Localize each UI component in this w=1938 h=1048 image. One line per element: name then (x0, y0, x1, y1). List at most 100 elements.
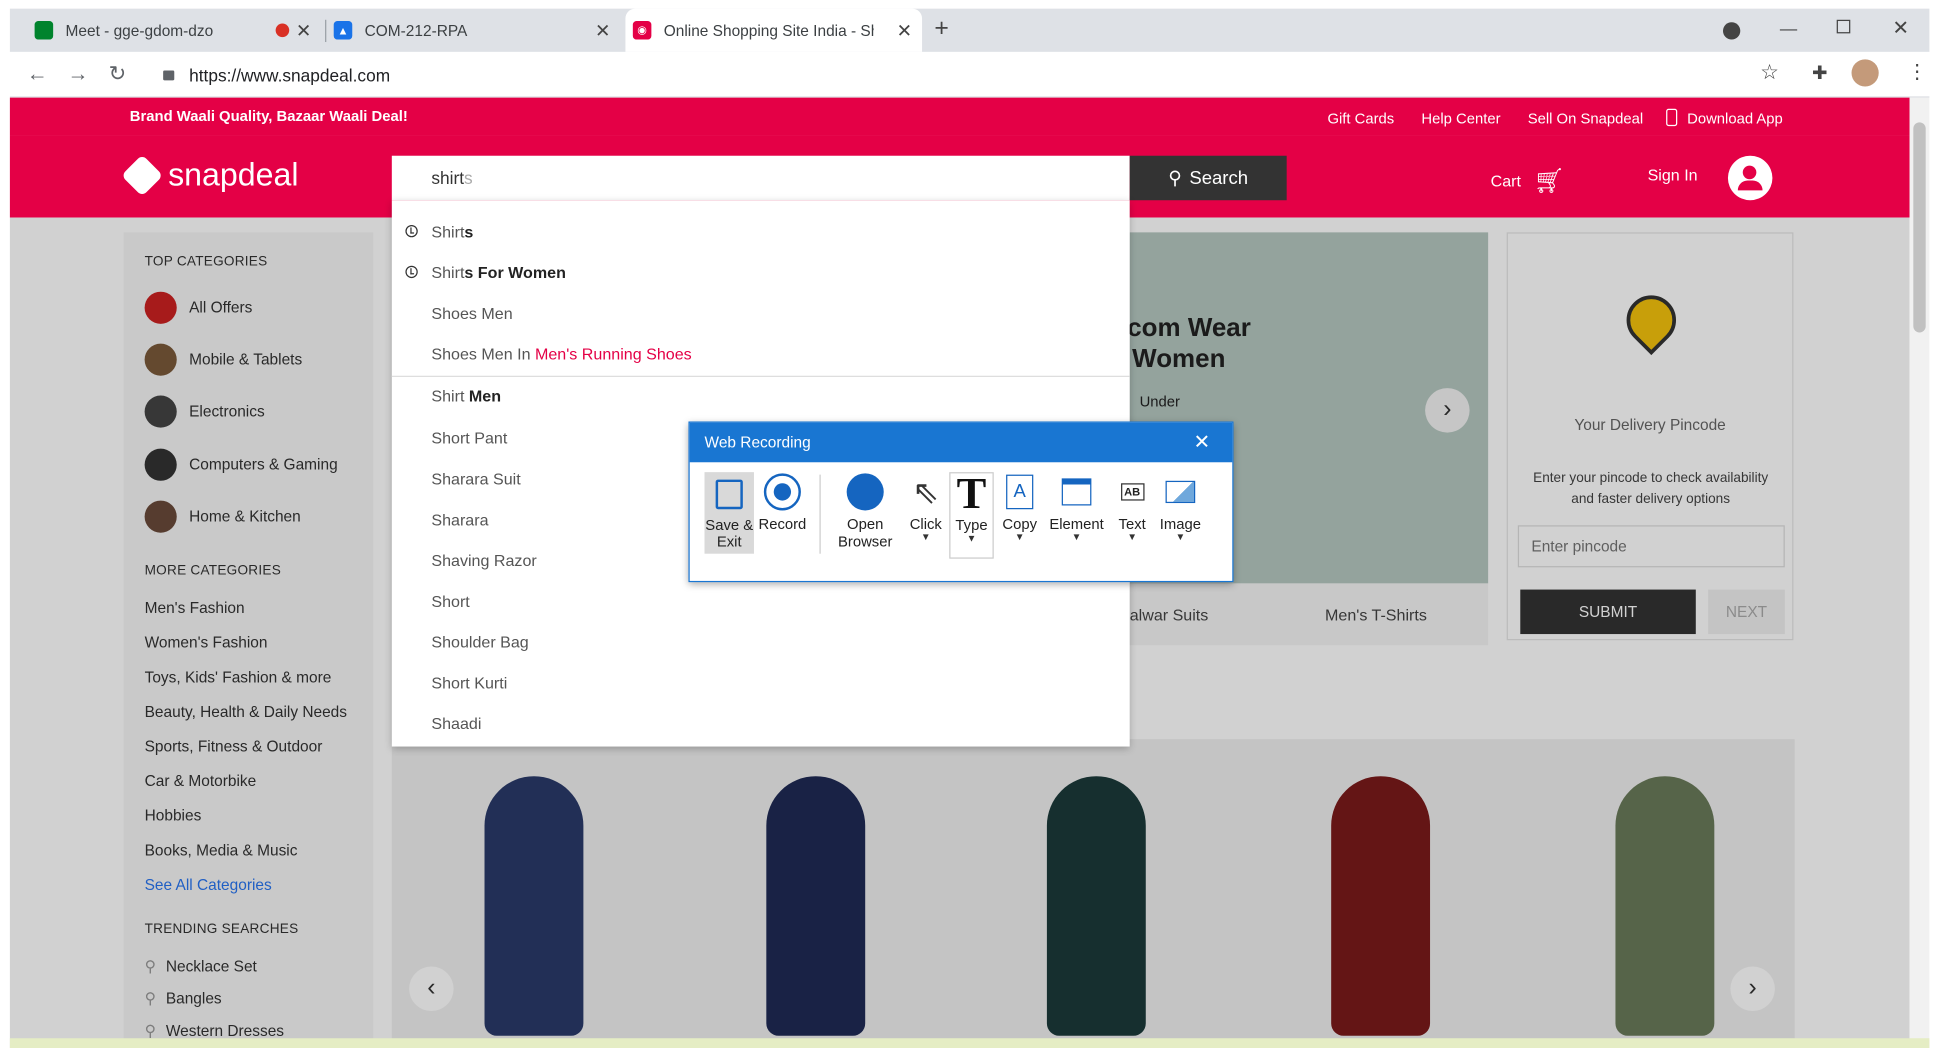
sell-link[interactable]: Sell On Snapdeal (1528, 110, 1643, 127)
save-exit-button[interactable]: Save & Exit (704, 472, 754, 554)
tagline: Brand Waali Quality, Bazaar Waali Deal! (129, 107, 408, 125)
tool-label: Text (1118, 515, 1146, 533)
signin-link[interactable]: Sign In (1648, 166, 1698, 185)
element-icon (1061, 478, 1092, 506)
help-center-link[interactable]: Help Center (1421, 110, 1500, 127)
copy-button[interactable]: A Copy ▼ (999, 472, 1041, 542)
suggestion-item[interactable]: Short (431, 592, 469, 611)
type-button[interactable]: T Type ▼ (949, 468, 994, 559)
suggestion-item[interactable]: Shirt Men (431, 387, 501, 406)
suggestion-item[interactable]: Short Kurti (431, 674, 507, 693)
back-icon[interactable]: ← (25, 62, 50, 87)
suggestion-item[interactable]: Short Pant (431, 429, 507, 448)
google-meet-icon (34, 21, 54, 40)
dropdown-caret-icon[interactable]: ▼ (999, 532, 1041, 543)
dropdown-caret-icon[interactable]: ▼ (906, 532, 946, 543)
bookmark-star-icon[interactable]: ☆ (1760, 61, 1779, 86)
text-button[interactable]: AB Text ▼ (1114, 472, 1151, 542)
recorder-title: Web Recording (704, 433, 811, 452)
close-tab-icon[interactable]: ✕ (897, 20, 913, 42)
classroom-icon: ▲ (333, 21, 353, 40)
lock-icon (163, 69, 175, 80)
profile-avatar[interactable] (1851, 59, 1879, 87)
tab-search-icon[interactable] (1722, 22, 1741, 40)
recorder-titlebar: Web Recording ✕ (689, 422, 1233, 463)
dropdown-caret-icon[interactable]: ▼ (1156, 532, 1205, 543)
history-icon (405, 224, 418, 238)
text-field-icon: AB (1120, 483, 1144, 501)
tab-snapdeal[interactable]: ◉ Online Shopping Site India - Sho ✕ (625, 8, 923, 52)
suggestion-item[interactable]: Shirts For Women (405, 263, 566, 282)
toolbar-separator (819, 474, 821, 554)
minimize-icon[interactable]: — (1780, 19, 1797, 39)
copy-icon: A (1006, 474, 1034, 510)
tool-label: Type (955, 516, 988, 534)
user-avatar-icon[interactable] (1727, 155, 1773, 201)
tool-label: Copy (1002, 515, 1038, 533)
reload-icon[interactable]: ↻ (105, 62, 130, 87)
dropdown-caret-icon[interactable]: ▼ (950, 533, 992, 544)
tool-label: Record (758, 515, 807, 533)
suggestion-item[interactable]: Shaadi (431, 714, 481, 733)
suggestion-item[interactable]: Sharara (431, 510, 488, 529)
snapdeal-logo[interactable]: snapdeal (121, 153, 299, 196)
save-icon (715, 479, 743, 510)
click-button[interactable]: ⇖ Click ▼ (906, 472, 946, 542)
dropdown-caret-icon[interactable]: ▼ (1046, 532, 1108, 543)
search-button-label: Search (1189, 167, 1249, 189)
globe-icon (846, 473, 884, 511)
dropdown-caret-icon[interactable]: ▼ (1114, 532, 1151, 543)
element-button[interactable]: Element ▼ (1046, 472, 1108, 542)
record-button[interactable]: Record (758, 472, 807, 533)
extensions-icon[interactable]: ✚ (1812, 62, 1828, 84)
tool-label: Element (1049, 515, 1104, 533)
suggestion-item[interactable]: Sharara Suit (431, 470, 520, 489)
search-typed: shirt (431, 168, 465, 188)
image-button[interactable]: Image ▼ (1156, 472, 1205, 542)
suggestion-item[interactable]: Shoes Men In Men's Running Shoes (431, 345, 691, 364)
close-icon[interactable]: ✕ (1193, 430, 1210, 455)
tab-com212[interactable]: ▲ COM-212-RPA ✕ (333, 9, 621, 52)
scrollbar-thumb[interactable] (1913, 122, 1926, 333)
download-app-link[interactable]: Download App (1687, 110, 1783, 127)
tab-title: Online Shopping Site India - Sho (663, 21, 874, 39)
suggestion-divider (391, 375, 1130, 377)
close-tab-icon[interactable]: ✕ (595, 20, 611, 42)
tool-label: Image (1159, 515, 1201, 533)
url-text: https://www.snapdeal.com (189, 64, 391, 85)
new-tab-icon[interactable]: + (934, 15, 948, 43)
suggestion-item[interactable]: Shaving Razor (431, 551, 536, 570)
tab-title: Meet - gge-gdom-dzo (65, 21, 214, 39)
restore-icon[interactable] (1836, 19, 1851, 34)
suggestion-item[interactable]: Shoulder Bag (431, 633, 528, 652)
open-browser-button[interactable]: Open Browser (831, 472, 900, 550)
site-topbar: Brand Waali Quality, Bazaar Waali Deal! … (9, 97, 1910, 136)
tab-strip: Meet - gge-gdom-dzo ✕ ▲ COM-212-RPA ✕ ◉ … (9, 8, 1930, 52)
forward-icon[interactable]: → (66, 62, 91, 87)
gift-cards-link[interactable]: Gift Cards (1327, 110, 1394, 127)
search-icon: ⚲ (1168, 168, 1182, 190)
tab-meet[interactable]: Meet - gge-gdom-dzo ✕ (34, 9, 322, 52)
suggestion-item[interactable]: Shirts (405, 222, 473, 241)
cart-label: Cart (1490, 171, 1521, 191)
record-icon (763, 473, 801, 511)
url-field[interactable]: https://www.snapdeal.com (156, 58, 1837, 91)
suggestion-item[interactable]: Shoes Men (431, 304, 512, 323)
menu-dots-icon[interactable]: ⋮ (1907, 59, 1927, 84)
snapdeal-icon: ◉ (632, 21, 652, 40)
cart-button[interactable]: Cart 🛒︎ (1491, 166, 1565, 197)
search-input[interactable]: shirt s (391, 155, 1130, 201)
page-scrollbar[interactable] (1909, 97, 1930, 1048)
image-icon (1165, 480, 1196, 504)
cursor-icon: ⇖ (912, 472, 940, 510)
tool-label: Save & Exit (705, 516, 754, 551)
close-tab-icon[interactable]: ✕ (296, 20, 312, 42)
close-window-icon[interactable]: ✕ (1892, 16, 1909, 41)
tab-title: COM-212-RPA (364, 21, 468, 39)
tab-divider (325, 19, 327, 43)
tool-label: Click (909, 515, 942, 533)
tool-label: Open Browser (837, 515, 893, 551)
history-icon (405, 265, 418, 279)
search-button[interactable]: ⚲ Search (1129, 155, 1287, 201)
type-icon: T (956, 468, 987, 518)
